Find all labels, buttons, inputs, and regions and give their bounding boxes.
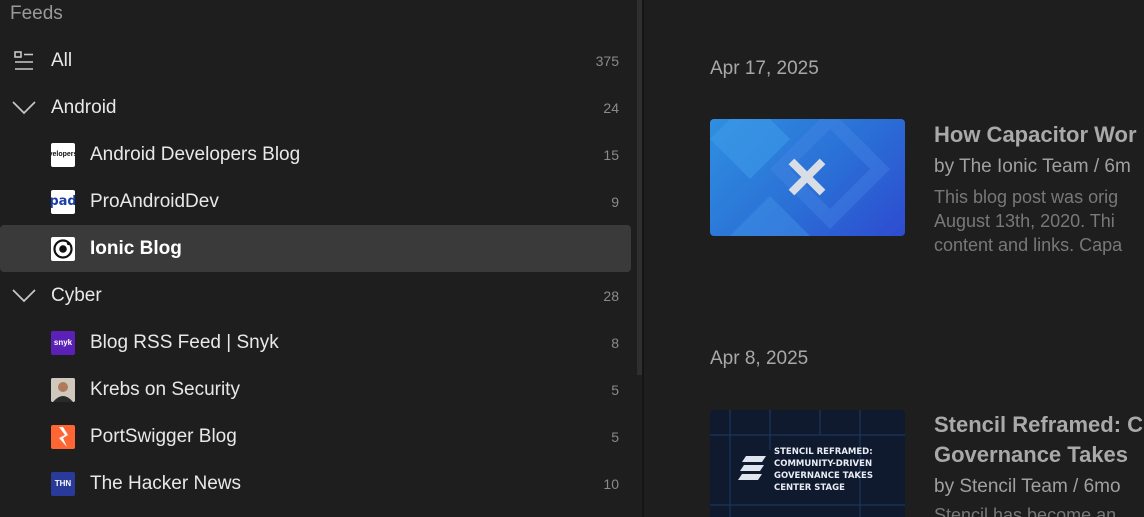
article-meta: by The Ionic Team / 6m <box>934 156 1131 177</box>
article-meta: by Stencil Team / 6mo <box>934 476 1121 497</box>
feed-label: Blog RSS Feed | Snyk <box>90 331 279 353</box>
group-label: Cyber <box>51 284 102 306</box>
icon-text: snyk <box>53 338 73 347</box>
sidebar-item-snyk[interactable]: snyk Blog RSS Feed | Snyk 8 <box>0 319 631 366</box>
article-title[interactable]: Stencil Reframed: C Governance Takes <box>934 410 1143 470</box>
sidebar-item-proandroiddev[interactable]: pad ProAndroidDev 9 <box>0 178 631 225</box>
sidebar-item-krebs-on-security[interactable]: Krebs on Security 5 <box>0 366 631 413</box>
feed-label: ProAndroidDev <box>90 190 219 212</box>
feed-label: PortSwigger Blog <box>90 425 237 447</box>
article-summary: Stencil has become an <box>934 505 1117 517</box>
krebs-portrait-icon <box>51 377 75 402</box>
stencil-thumbnail[interactable]: STENCIL REFRAMED: COMMUNITY-DRIVEN GOVER… <box>710 410 905 517</box>
sidebar-item-label: All <box>51 49 73 71</box>
feed-label: Ionic Blog <box>90 237 182 259</box>
date-header: Apr 8, 2025 <box>710 348 809 369</box>
android-developers-icon: velopers <box>51 142 75 167</box>
group-label: Android <box>51 96 117 118</box>
portswigger-icon <box>51 424 75 449</box>
sidebar-item-all[interactable]: All 375 <box>0 37 631 84</box>
unread-count: 8 <box>611 334 619 351</box>
thumbnail-caption: STENCIL REFRAMED: COMMUNITY-DRIVEN GOVER… <box>774 447 873 493</box>
article-title[interactable]: How Capacitor Wor <box>934 120 1137 150</box>
unread-count: 5 <box>611 428 619 445</box>
feed-label: Krebs on Security <box>90 378 240 400</box>
icon-text: THN <box>54 479 72 488</box>
unread-count: 375 <box>595 52 619 69</box>
capacitor-thumbnail[interactable] <box>710 119 905 236</box>
snyk-icon: snyk <box>51 330 75 355</box>
unread-count: 15 <box>603 146 619 163</box>
chevron-down-icon[interactable] <box>12 284 36 308</box>
sidebar-item-portswigger-blog[interactable]: PortSwigger Blog 5 <box>0 413 631 460</box>
chevron-down-icon[interactable] <box>12 96 36 120</box>
unread-count: 24 <box>603 99 619 116</box>
proandroiddev-icon: pad <box>51 189 75 214</box>
unread-count: 10 <box>603 475 619 492</box>
sidebar-title: Feeds <box>10 3 63 24</box>
ionic-icon <box>51 236 75 261</box>
feed-label: The Hacker News <box>90 472 241 494</box>
unread-count: 28 <box>603 287 619 304</box>
unread-count: 9 <box>611 193 619 210</box>
feed-label: Android Developers Blog <box>90 143 301 165</box>
icon-text: velopers <box>51 151 75 158</box>
sidebar-item-ionic-blog[interactable]: Ionic Blog <box>0 225 631 272</box>
icon-text: pad <box>51 194 75 209</box>
thehackernews-icon: THN <box>51 471 75 496</box>
article-list: Apr 17, 2025 How Capacitor Wor by The Io… <box>644 0 1144 517</box>
sidebar-group-android[interactable]: Android 24 <box>0 84 631 131</box>
list-icon <box>12 49 36 73</box>
unread-count: 5 <box>611 381 619 398</box>
sidebar-group-cyber[interactable]: Cyber 28 <box>0 272 631 319</box>
article-summary: This blog post was orig August 13th, 202… <box>934 187 1123 255</box>
sidebar-item-the-hacker-news[interactable]: THN The Hacker News 10 <box>0 460 631 507</box>
feeds-sidebar: Feeds All 375 Android 24 velopers Androi… <box>0 0 637 517</box>
date-header: Apr 17, 2025 <box>710 58 819 79</box>
sidebar-item-android-developers-blog[interactable]: velopers Android Developers Blog 15 <box>0 131 631 178</box>
